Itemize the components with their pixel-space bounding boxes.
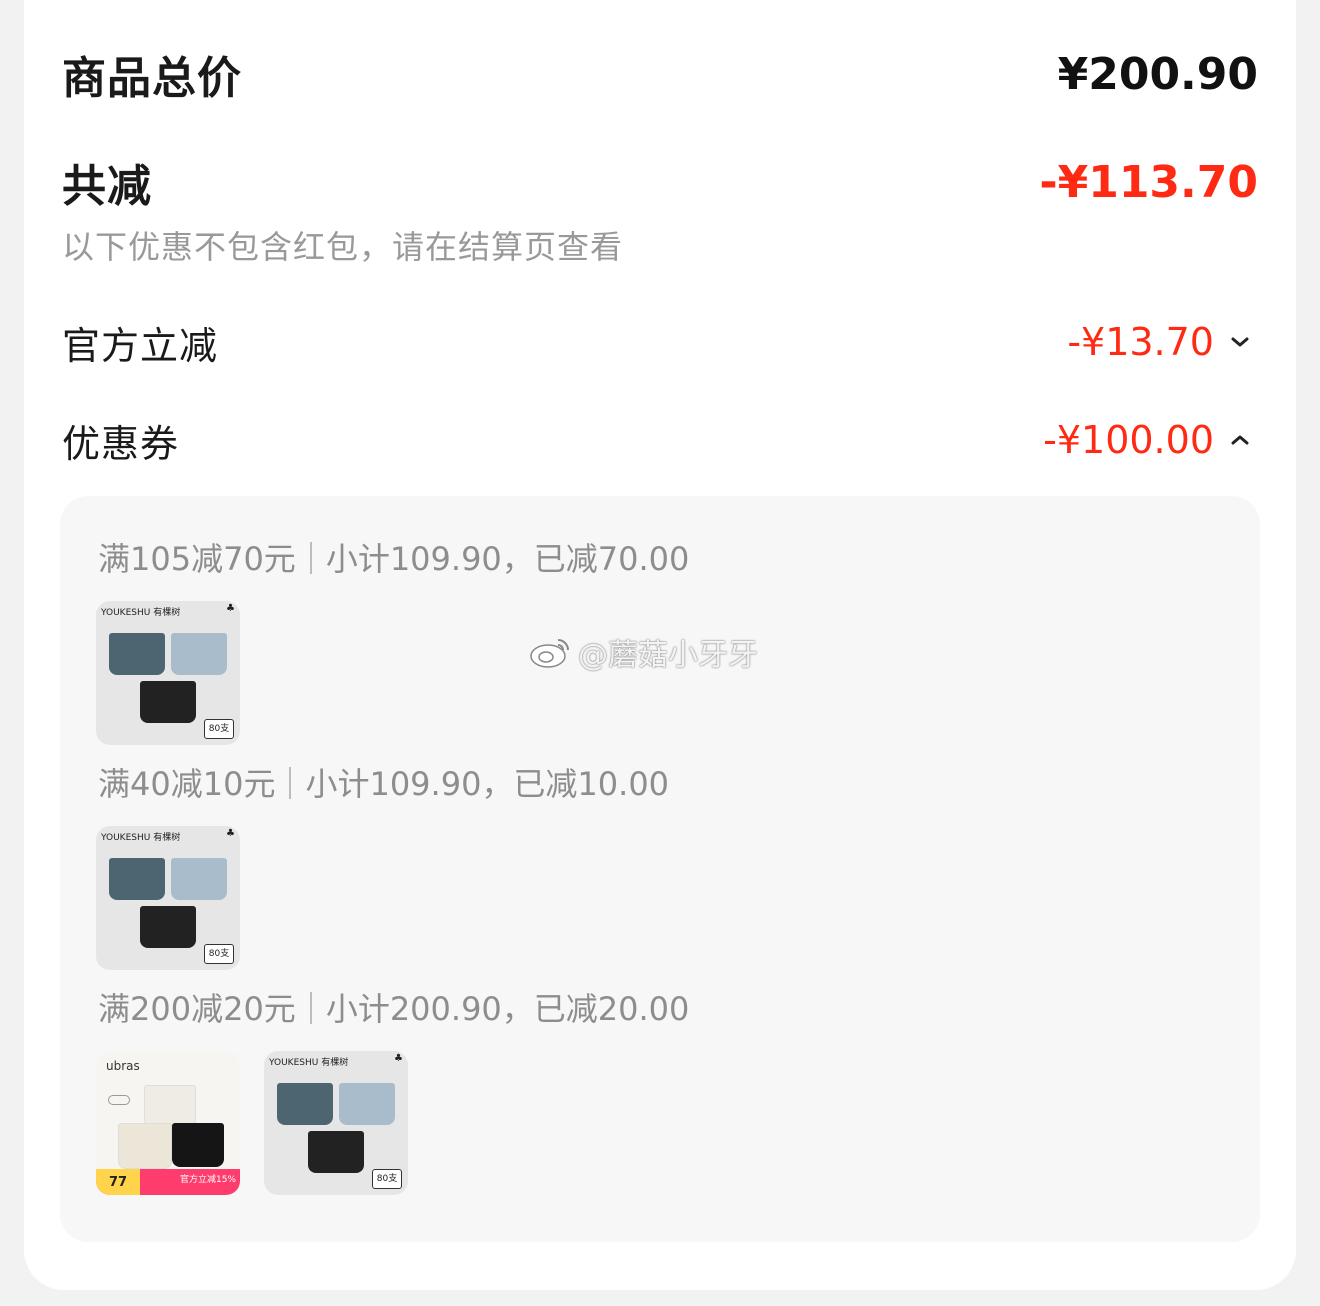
coupon-rule: 满200减20元: [98, 990, 296, 1028]
brief-image: [308, 1131, 364, 1173]
clover-icon: ♣: [226, 603, 235, 614]
yarn-count-badge: 80支: [204, 719, 234, 739]
brand-label: ubras: [106, 1059, 140, 1073]
divider: [309, 542, 312, 574]
total-price-label: 商品总价: [62, 53, 242, 104]
product-thumbnail-youkeshu[interactable]: YOUKESHU 有棵树 ♣ 80支: [96, 601, 240, 745]
product-thumbnail-youkeshu[interactable]: YOUKESHU 有棵树 ♣ 80支: [96, 826, 240, 970]
yarn-count-badge: 80支: [372, 1169, 402, 1189]
coupon-value: -¥100.00: [1043, 418, 1214, 462]
brief-image: [118, 1123, 172, 1169]
promo-banner: 77 官方立减15%: [96, 1169, 240, 1195]
brief-image: [277, 1083, 333, 1125]
coupon-label: 优惠券: [62, 421, 180, 466]
official-discount-value: -¥13.70: [1067, 320, 1214, 364]
brand-label: YOUKESHU 有棵树: [101, 833, 181, 843]
pack-chip: [108, 1095, 130, 1105]
coupon-detail: 小计109.90，已减70.00: [325, 540, 690, 578]
total-saved-label: 共减: [62, 161, 152, 212]
promo-text: 官方立减15%: [180, 1175, 237, 1185]
official-discount-amount: -¥13.70: [1067, 320, 1258, 364]
yarn-count-badge: 80支: [204, 944, 234, 964]
coupon-rule: 满105减70元: [98, 540, 296, 578]
official-discount-row[interactable]: 官方立减 -¥13.70: [62, 316, 1258, 368]
coupon-item-1: 满105减70元 小计109.90，已减70.00: [98, 534, 689, 580]
total-price-row: 商品总价 ¥200.90: [62, 44, 1258, 105]
brief-image: [109, 633, 165, 675]
clover-icon: ♣: [226, 828, 235, 839]
promo-price: 77: [96, 1169, 140, 1195]
weibo-icon: [530, 639, 569, 668]
brief-image: [140, 906, 196, 948]
brief-image: [140, 681, 196, 723]
chevron-up-icon[interactable]: [1222, 422, 1258, 458]
coupon-row[interactable]: 优惠券 -¥100.00: [62, 414, 1258, 466]
total-saved-row: 共减 -¥113.70: [62, 152, 1258, 213]
brief-image: [339, 1083, 395, 1125]
brief-image: [171, 633, 227, 675]
divider: [289, 767, 292, 799]
total-price-value: ¥200.90: [1057, 48, 1258, 100]
coupon-rule: 满40减10元: [98, 765, 276, 803]
brief-image: [109, 858, 165, 900]
coupon-item-2: 满40减10元 小计109.90，已减10.00: [98, 759, 669, 805]
watermark-text: @蘑菇小牙牙: [578, 638, 758, 673]
coupon-amount: -¥100.00: [1043, 418, 1258, 462]
chevron-down-icon[interactable]: [1222, 324, 1258, 360]
brief-image: [172, 1123, 224, 1167]
brief-image: [171, 858, 227, 900]
product-thumbnail-youkeshu[interactable]: YOUKESHU 有棵树 ♣ 80支: [264, 1051, 408, 1195]
divider: [309, 992, 312, 1024]
coupon-detail: 小计109.90，已减10.00: [305, 765, 670, 803]
coupon-detail: 小计200.90，已减20.00: [325, 990, 690, 1028]
official-discount-label: 官方立减: [62, 323, 219, 368]
brief-image: [144, 1085, 196, 1127]
product-thumbnail-ubras[interactable]: ubras 77 官方立减15%: [96, 1051, 240, 1195]
coupon-item-3: 满200减20元 小计200.90，已减20.00: [98, 984, 689, 1030]
weibo-watermark: @蘑菇小牙牙: [528, 630, 758, 674]
brand-label: YOUKESHU 有棵树: [269, 1058, 349, 1068]
coupon-detail-panel: 满105减70元 小计109.90，已减70.00 YOUKESHU 有棵树 ♣ …: [60, 496, 1260, 1242]
total-saved-value: -¥113.70: [1039, 156, 1258, 208]
red-packet-note: 以下优惠不包含红包，请在结算页查看: [62, 228, 624, 266]
brand-label: YOUKESHU 有棵树: [101, 608, 181, 618]
clover-icon: ♣: [394, 1053, 403, 1064]
